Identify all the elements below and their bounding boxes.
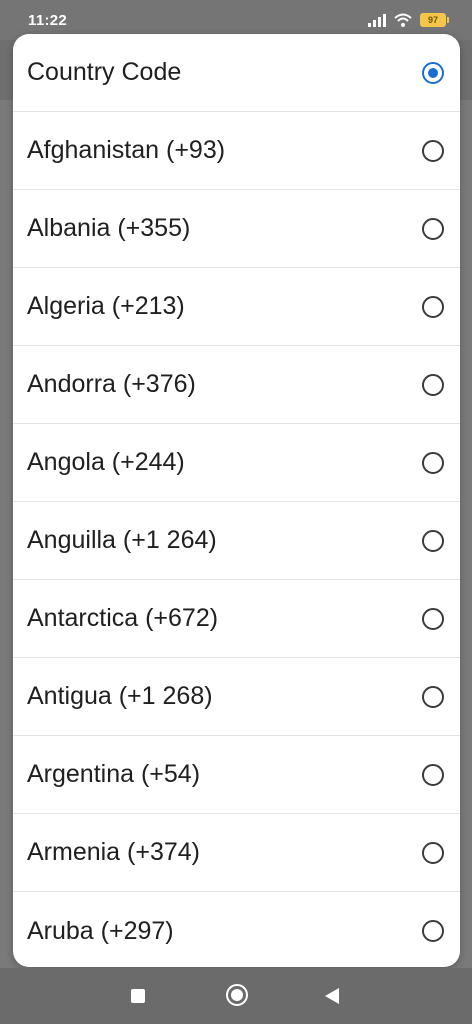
radio-selected-icon[interactable] — [422, 61, 444, 84]
radio-unselected-icon[interactable] — [422, 685, 444, 708]
wifi-icon — [394, 13, 412, 27]
radio-unselected-icon[interactable] — [422, 529, 444, 552]
option-row[interactable]: Anguilla (+1 264) — [13, 502, 460, 580]
option-label: Antigua (+1 268) — [27, 682, 213, 710]
radio-unselected-icon[interactable] — [422, 373, 444, 396]
radio-unselected-icon[interactable] — [422, 451, 444, 474]
navigation-bar — [0, 968, 472, 1024]
country-code-dialog: Country Code Afghanistan (+93) Albania (+… — [13, 34, 460, 967]
option-row[interactable]: Albania (+355) — [13, 190, 460, 268]
option-row[interactable]: Armenia (+374) — [13, 814, 460, 892]
battery-icon: 97 — [420, 13, 449, 27]
option-row[interactable]: Antigua (+1 268) — [13, 658, 460, 736]
option-row[interactable]: Angola (+244) — [13, 424, 460, 502]
back-icon[interactable] — [325, 988, 339, 1004]
home-icon[interactable] — [226, 984, 248, 1006]
option-row[interactable]: Afghanistan (+93) — [13, 112, 460, 190]
option-label: Andorra (+376) — [27, 370, 196, 398]
radio-unselected-icon[interactable] — [422, 841, 444, 864]
option-label: Albania (+355) — [27, 214, 191, 242]
radio-unselected-icon[interactable] — [422, 295, 444, 318]
option-label: Antarctica (+672) — [27, 604, 219, 632]
option-label: Argentina (+54) — [27, 760, 201, 788]
option-row[interactable]: Andorra (+376) — [13, 346, 460, 424]
radio-unselected-icon[interactable] — [422, 763, 444, 786]
option-row[interactable]: Aruba (+297) — [13, 892, 460, 967]
option-label: Aruba (+297) — [27, 916, 174, 945]
option-label: Armenia (+374) — [27, 838, 200, 866]
option-row-country-code[interactable]: Country Code — [13, 34, 460, 112]
radio-unselected-icon[interactable] — [422, 920, 444, 942]
recent-apps-icon[interactable] — [131, 989, 145, 1003]
option-row[interactable]: Antarctica (+672) — [13, 580, 460, 658]
radio-unselected-icon[interactable] — [422, 139, 444, 162]
signal-icon — [368, 13, 386, 27]
status-icons: 97 — [368, 12, 449, 28]
option-row[interactable]: Algeria (+213) — [13, 268, 460, 346]
option-label: Angola (+244) — [27, 448, 185, 476]
option-label: Anguilla (+1 264) — [27, 526, 217, 554]
radio-unselected-icon[interactable] — [422, 607, 444, 630]
dialog-title: Country Code — [27, 58, 182, 86]
status-time: 11:22 — [28, 12, 68, 29]
option-row[interactable]: Argentina (+54) — [13, 736, 460, 814]
radio-unselected-icon[interactable] — [422, 217, 444, 240]
option-label: Algeria (+213) — [27, 292, 185, 320]
option-label: Afghanistan (+93) — [27, 136, 226, 164]
